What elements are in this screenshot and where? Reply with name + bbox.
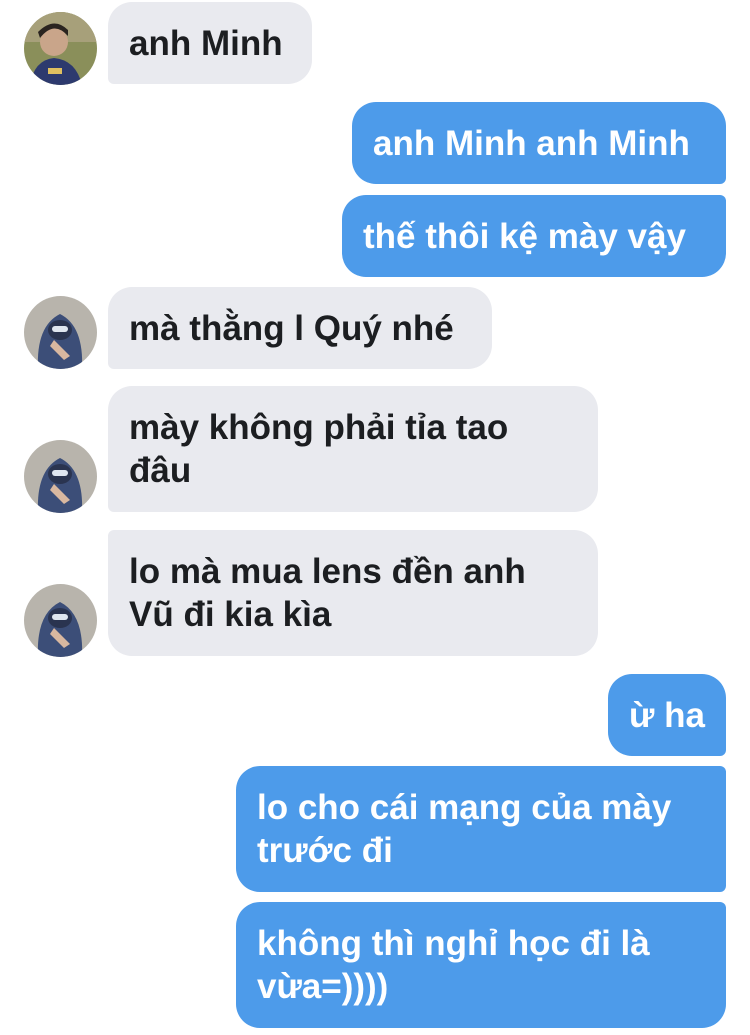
message-text: thế thôi kệ mày vậy [363, 217, 686, 256]
hooded-person-avatar-icon [24, 296, 97, 369]
person-avatar-icon [24, 12, 97, 85]
message-text: anh Minh [129, 24, 283, 63]
contact-avatar[interactable] [24, 440, 97, 513]
message-bubble-incoming[interactable]: lo mà mua lens đền anh Vũ đi kia kìa [108, 530, 598, 656]
message-bubble-incoming[interactable]: mày không phải tỉa tao đâu [108, 386, 598, 512]
hooded-person-avatar-icon [24, 584, 97, 657]
contact-avatar[interactable] [24, 296, 97, 369]
message-text-line: trước đi [257, 831, 393, 870]
message-bubble-outgoing[interactable]: ừ ha [608, 674, 726, 756]
contact-avatar[interactable] [24, 12, 97, 85]
message-bubble-outgoing[interactable]: không thì nghỉ học đi là vừa=)))) [236, 902, 726, 1028]
message-text-line: lo cho cái mạng của mày [257, 788, 672, 827]
message-text: anh Minh anh Minh [373, 124, 690, 163]
message-bubble-incoming[interactable]: anh Minh [108, 2, 312, 84]
chat-thread: anh Minh anh Minh anh Minh thế thôi kệ m… [0, 0, 750, 1035]
message-text-line: lo mà mua lens đền anh [129, 552, 526, 591]
hooded-person-avatar-icon [24, 440, 97, 513]
message-text: mà thằng l Quý nhé [129, 309, 454, 348]
message-bubble-outgoing[interactable]: anh Minh anh Minh [352, 102, 726, 184]
message-text-line: mày không phải tỉa tao [129, 408, 509, 447]
message-text: ừ ha [629, 696, 705, 735]
message-bubble-outgoing[interactable]: thế thôi kệ mày vậy [342, 195, 726, 277]
message-text-line: đâu [129, 451, 192, 490]
message-text-line: không thì nghỉ học đi là [257, 924, 650, 963]
message-bubble-incoming[interactable]: mà thằng l Quý nhé [108, 287, 492, 369]
message-bubble-outgoing[interactable]: lo cho cái mạng của mày trước đi [236, 766, 726, 892]
message-text-line: vừa=)))) [257, 967, 389, 1006]
contact-avatar[interactable] [24, 584, 97, 657]
message-text-line: Vũ đi kia kìa [129, 595, 332, 634]
